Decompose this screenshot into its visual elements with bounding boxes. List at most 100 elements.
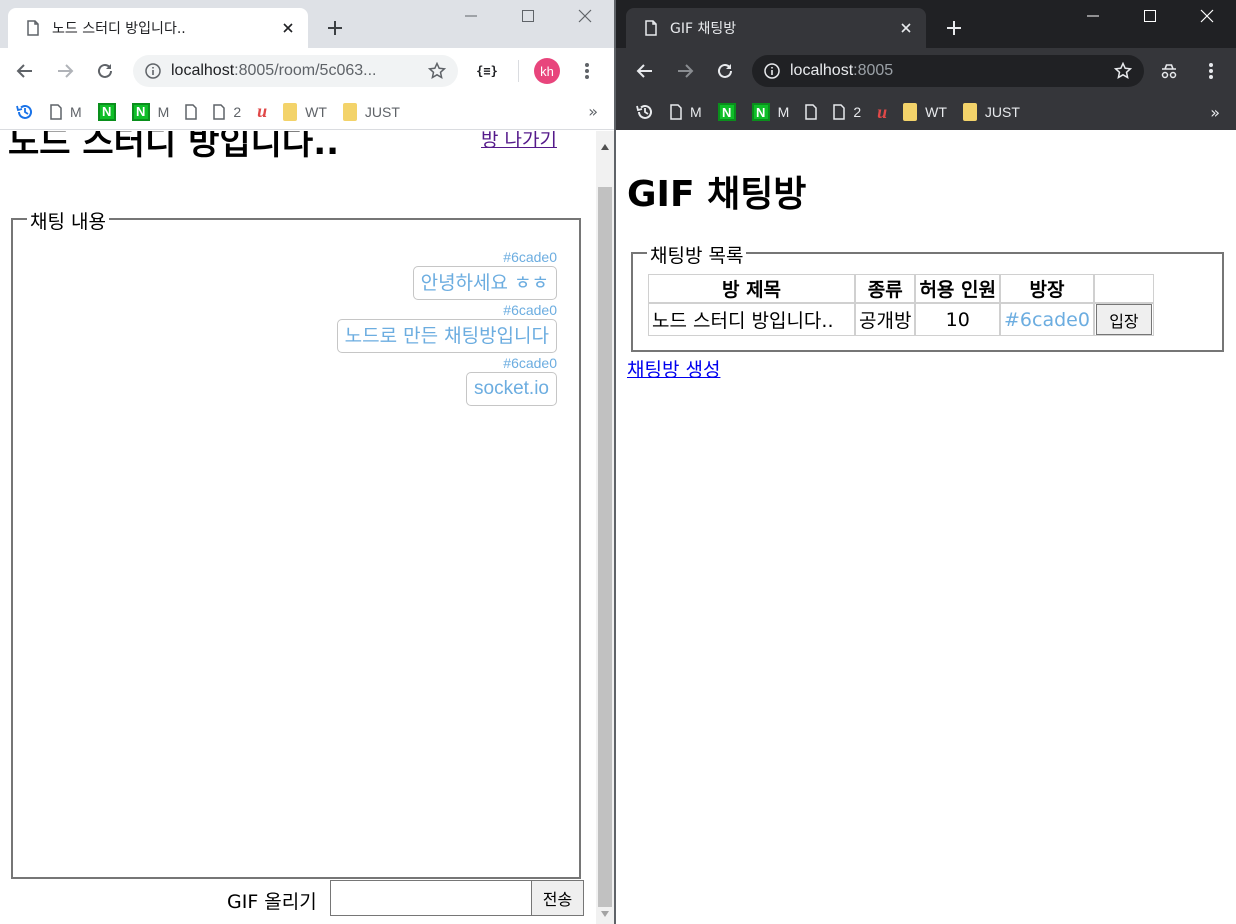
bookmark-item[interactable]: u <box>249 98 275 126</box>
chat-message: #6cade0 socket.io <box>137 354 557 406</box>
page-icon <box>670 104 682 120</box>
page-icon <box>805 104 818 120</box>
bookmarks-bar: M N N M 2 u WT JUST » <box>0 94 614 130</box>
message-user: #6cade0 <box>503 355 557 371</box>
page-icon <box>26 20 40 36</box>
bookmark-item[interactable]: u <box>869 98 895 126</box>
column-header-empty <box>1093 274 1154 303</box>
scroll-thumb[interactable] <box>598 187 612 907</box>
forward-icon[interactable] <box>50 56 80 86</box>
page-icon <box>185 103 198 120</box>
chat-input[interactable] <box>330 880 532 916</box>
menu-icon[interactable] <box>572 56 602 86</box>
close-icon[interactable] <box>556 0 614 32</box>
close-icon[interactable] <box>898 20 914 36</box>
close-icon[interactable] <box>280 20 296 36</box>
column-header: 종류 <box>855 274 916 303</box>
room-max-cell: 10 <box>915 303 1000 336</box>
folder-icon <box>962 103 977 121</box>
exit-room-link[interactable]: 방 나가기 <box>481 131 557 152</box>
extension-icon[interactable]: {≡} <box>472 56 502 86</box>
url-text: localhost:8005 <box>790 62 1114 80</box>
back-icon[interactable] <box>630 56 660 86</box>
maximize-icon[interactable] <box>499 0 557 32</box>
bookmark-item[interactable]: N <box>90 98 124 126</box>
tab-room[interactable]: 노드 스터디 방입니다.. <box>8 8 308 48</box>
chat-fieldset: 채팅 내용 #6cade0 안녕하세요 ㅎㅎ #6cade0 노드로 만든 채팅… <box>11 207 581 879</box>
plus-icon[interactable] <box>940 14 968 42</box>
room-list-fieldset: 채팅방 목록 방 제목 종류 허용 인원 방장 노드 스터디 방입니다.. 공개… <box>631 241 1224 352</box>
send-button[interactable]: 전송 <box>531 880 584 916</box>
bookmark-item[interactable]: 2 <box>205 98 249 126</box>
page-icon <box>644 20 658 36</box>
enter-room-button[interactable]: 입장 <box>1095 304 1152 335</box>
bookmark-item[interactable]: WT <box>895 98 955 126</box>
message-user: #6cade0 <box>503 249 557 265</box>
bookmark-item[interactable] <box>177 98 205 126</box>
info-icon[interactable] <box>145 63 161 79</box>
scrollbar[interactable] <box>596 131 614 924</box>
bookmark-label: JUST <box>364 103 400 120</box>
info-icon[interactable] <box>764 63 780 79</box>
tab-strip: GIF 채팅방 <box>616 0 1236 48</box>
bookmark-item[interactable]: N M <box>124 98 178 126</box>
bookmark-item[interactable]: WT <box>275 98 335 126</box>
room-owner-cell: #6cade0 <box>1000 303 1094 336</box>
minimize-icon[interactable] <box>442 0 500 32</box>
tab-title: GIF 채팅방 <box>670 21 737 37</box>
bookmark-item[interactable]: N <box>710 98 744 126</box>
bookmark-label: M <box>70 103 82 120</box>
bookmark-item[interactable] <box>797 98 825 126</box>
address-bar[interactable]: localhost:8005 <box>752 55 1144 87</box>
message-text: socket.io <box>466 372 557 406</box>
incognito-icon[interactable] <box>1154 56 1184 86</box>
back-icon[interactable] <box>10 56 40 86</box>
plus-icon[interactable] <box>321 14 349 42</box>
star-icon[interactable] <box>1114 62 1132 80</box>
column-header: 방장 <box>1000 274 1094 303</box>
avatar[interactable]: kh <box>532 56 562 86</box>
reload-icon[interactable] <box>710 56 740 86</box>
scroll-up-icon[interactable] <box>599 141 611 153</box>
more-bookmarks-button[interactable]: » <box>1210 103 1220 122</box>
message-user: #6cade0 <box>503 302 557 318</box>
address-bar[interactable]: localhost:8005/room/5c063... <box>133 55 458 87</box>
forward-icon[interactable] <box>670 56 700 86</box>
naver-icon: N <box>751 103 770 121</box>
bookmark-item[interactable]: 2 <box>825 98 869 126</box>
page-icon <box>50 103 62 120</box>
bookmark-item[interactable]: N M <box>744 98 798 126</box>
menu-icon[interactable] <box>1196 56 1226 86</box>
folder-icon <box>283 102 298 121</box>
u-logo-icon: u <box>257 101 268 121</box>
bookmark-item[interactable]: JUST <box>955 98 1028 126</box>
message-text: 노드로 만든 채팅방입니다 <box>336 319 557 353</box>
bookmark-item[interactable]: M <box>662 98 710 126</box>
maximize-icon[interactable] <box>1121 0 1179 32</box>
url-path: :8005 <box>853 62 894 79</box>
table-row: 노드 스터디 방입니다.. 공개방 10 #6cade0 입장 <box>648 303 1154 336</box>
url-path: :8005/room/5c063... <box>234 62 377 79</box>
minimize-icon[interactable] <box>1064 0 1122 32</box>
profile-initials: kh <box>534 58 560 84</box>
url-host: localhost <box>171 62 235 79</box>
history-icon[interactable] <box>8 98 42 126</box>
star-icon[interactable] <box>428 62 446 80</box>
close-icon[interactable] <box>1178 0 1236 32</box>
create-room-link[interactable]: 채팅방 생성 <box>627 355 720 382</box>
bookmark-item[interactable]: JUST <box>335 98 408 126</box>
bookmark-label: M <box>777 104 790 120</box>
scroll-down-icon[interactable] <box>599 908 611 920</box>
url-host: localhost <box>790 62 854 79</box>
bookmark-label: WT <box>925 104 947 120</box>
toolbar: localhost:8005/room/5c063... {≡} kh <box>0 48 614 94</box>
tab-gif-chat[interactable]: GIF 채팅방 <box>626 8 926 48</box>
bookmark-item[interactable]: M <box>42 98 90 126</box>
bookmark-label: M <box>157 103 170 120</box>
more-bookmarks-button[interactable]: » <box>588 102 598 121</box>
room-page: 노드 스터디 방입니다.. 방 나가기 채팅 내용 #6cade0 안녕하세요 … <box>0 131 596 924</box>
reload-icon[interactable] <box>90 56 120 86</box>
chat-message: #6cade0 안녕하세요 ㅎㅎ <box>137 248 557 300</box>
naver-icon: N <box>131 102 150 121</box>
history-icon[interactable] <box>628 98 662 126</box>
